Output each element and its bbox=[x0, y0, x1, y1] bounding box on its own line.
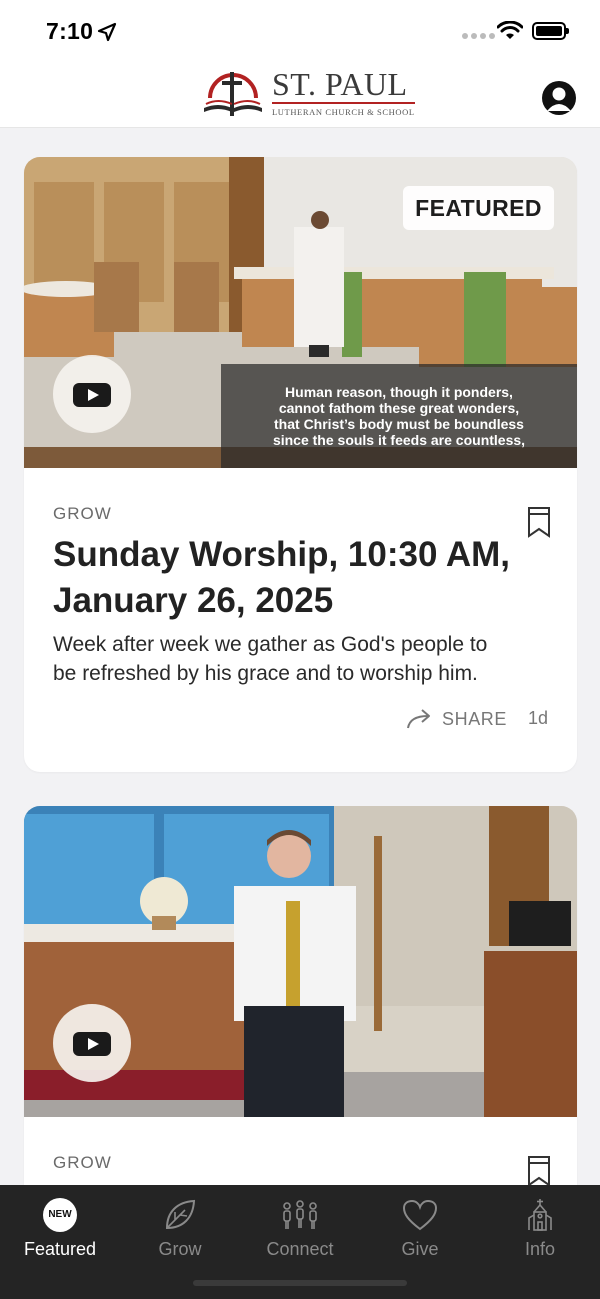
share-arrow-icon bbox=[407, 709, 430, 729]
church-logo[interactable]: ST. PAUL LUTHERAN CHURCH & SCHOOL bbox=[202, 68, 415, 120]
feed-list[interactable]: FEATURED Human reason, though it ponders… bbox=[0, 129, 600, 1185]
cross-bible-logo-icon bbox=[204, 72, 262, 116]
tab-label: Connect bbox=[266, 1239, 334, 1259]
play-button[interactable] bbox=[53, 1004, 131, 1082]
caption-line: that Christ’s body must be boundless bbox=[274, 416, 524, 432]
tab-connect[interactable]: Connect bbox=[240, 1193, 360, 1260]
new-badge-icon: NEW bbox=[43, 1198, 77, 1232]
video-thumbnail[interactable] bbox=[24, 806, 577, 1117]
youtube-play-icon bbox=[73, 1032, 111, 1056]
card-category: GROW bbox=[53, 504, 112, 523]
tab-label: Give bbox=[401, 1239, 439, 1259]
heart-icon bbox=[402, 1199, 438, 1231]
status-time: 7:10 bbox=[46, 18, 94, 44]
share-button[interactable]: SHARE bbox=[406, 708, 507, 730]
video-caption: Human reason, though it ponders, cannot … bbox=[221, 364, 577, 468]
people-icon bbox=[283, 1200, 317, 1229]
feed-card[interactable]: GROW bbox=[24, 806, 577, 1185]
play-button[interactable] bbox=[53, 355, 131, 433]
home-indicator[interactable] bbox=[193, 1280, 407, 1286]
bookmark-icon[interactable] bbox=[527, 506, 551, 538]
location-arrow-icon bbox=[97, 22, 117, 42]
tab-featured[interactable]: NEW Featured bbox=[0, 1193, 120, 1260]
tab-label: Featured bbox=[23, 1239, 97, 1259]
leaf-icon bbox=[165, 1199, 196, 1230]
wifi-icon bbox=[497, 21, 523, 39]
feed-card[interactable]: FEATURED Human reason, though it ponders… bbox=[24, 157, 577, 772]
app-header: ST. PAUL LUTHERAN CHURCH & SCHOOL bbox=[0, 62, 600, 128]
caption-line: since the souls it feeds are countless, bbox=[272, 432, 526, 448]
logo-name: ST. PAUL bbox=[272, 68, 415, 104]
card-title[interactable]: Sunday Worship, 10:30 AM, January 26, 20… bbox=[53, 532, 523, 624]
youtube-play-icon bbox=[73, 383, 111, 407]
tab-grow[interactable]: Grow bbox=[120, 1193, 240, 1260]
card-description: Week after week we gather as God's peopl… bbox=[53, 633, 488, 685]
battery-icon bbox=[532, 22, 569, 40]
share-label: SHARE bbox=[442, 708, 508, 729]
caption-line: Human reason, though it ponders, bbox=[285, 384, 513, 400]
tab-info[interactable]: Info bbox=[480, 1193, 600, 1260]
signal-dots-icon bbox=[462, 33, 495, 39]
video-thumbnail[interactable]: FEATURED Human reason, though it ponders… bbox=[24, 157, 577, 468]
tab-give[interactable]: Give bbox=[360, 1193, 480, 1260]
tab-label: Info bbox=[524, 1239, 556, 1259]
user-icon bbox=[547, 87, 571, 111]
featured-badge: FEATURED bbox=[403, 186, 554, 230]
card-category: GROW bbox=[53, 1153, 112, 1172]
bookmark-icon[interactable] bbox=[527, 1155, 551, 1185]
caption-line: cannot fathom these great wonders, bbox=[278, 400, 520, 416]
profile-avatar-button[interactable] bbox=[542, 81, 576, 115]
logo-subtitle: LUTHERAN CHURCH & SCHOOL bbox=[272, 107, 415, 117]
tab-label: Grow bbox=[158, 1239, 202, 1259]
church-icon bbox=[528, 1199, 552, 1231]
post-age: 1d bbox=[528, 708, 549, 728]
status-bar: 7:10 bbox=[0, 0, 600, 62]
